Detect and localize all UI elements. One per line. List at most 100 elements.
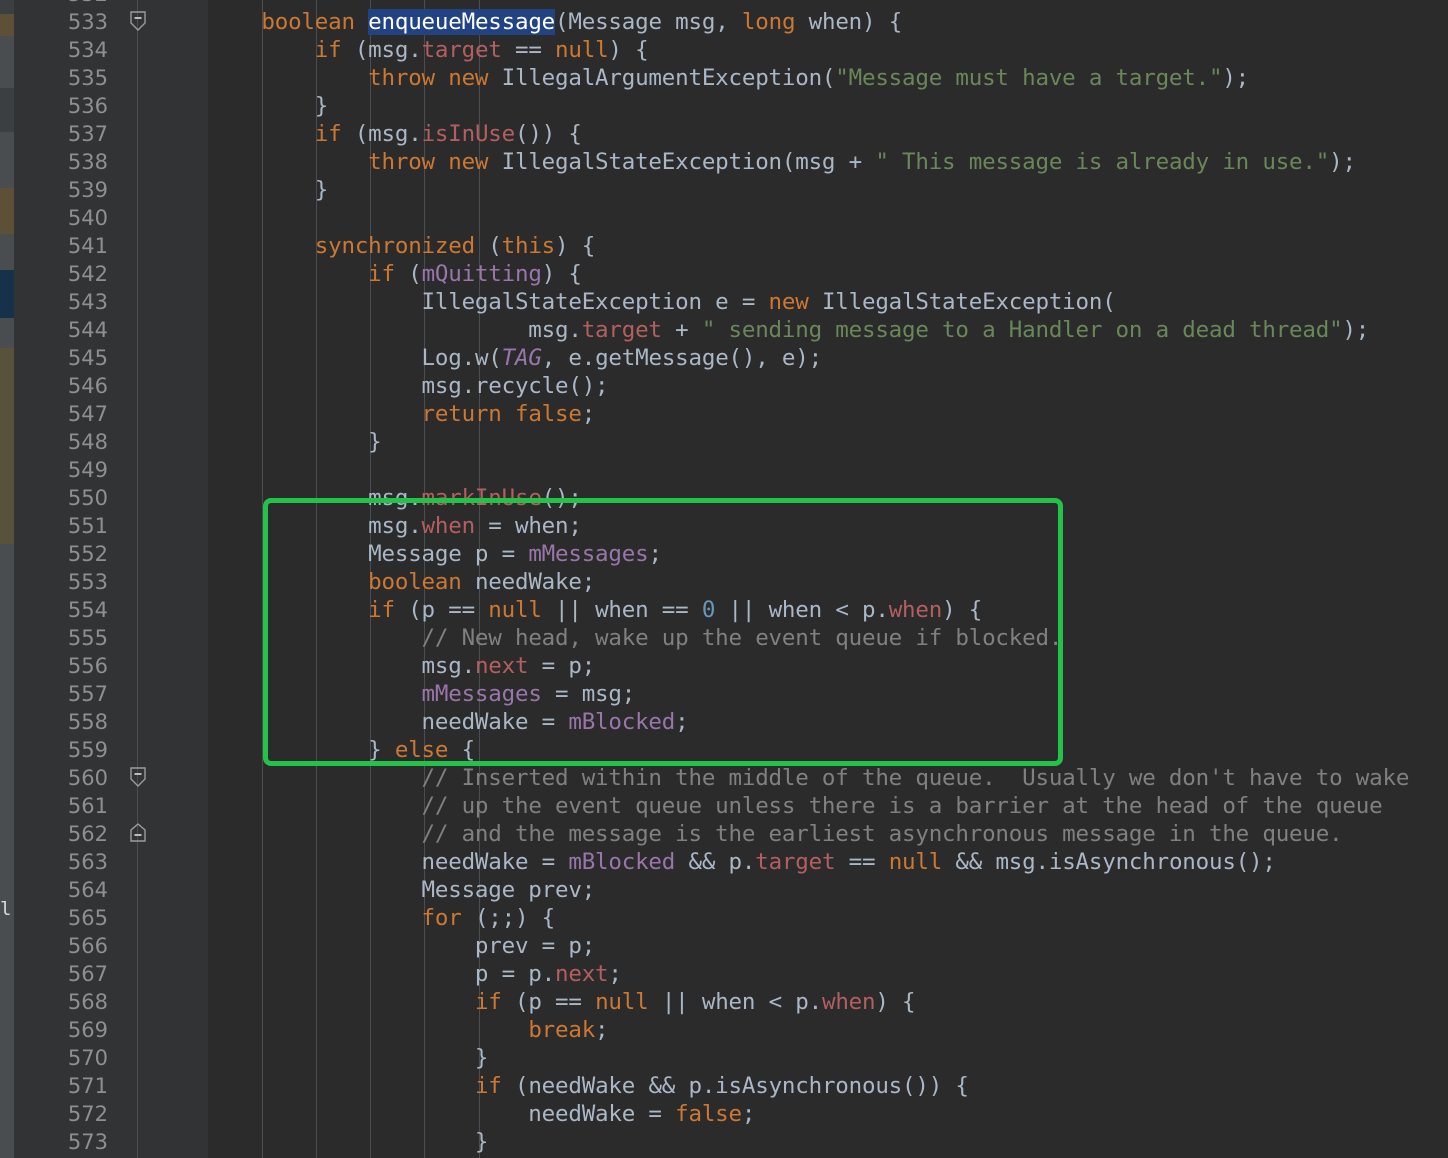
code-line[interactable]: }: [208, 428, 382, 456]
code-line[interactable]: }: [208, 176, 329, 204]
code-token: msg.: [208, 485, 422, 511]
code-line[interactable]: if (p == null || when == 0 || when < p.w…: [208, 596, 982, 624]
code-line[interactable]: }: [208, 92, 329, 120]
code-token: isInUse: [421, 121, 516, 147]
code-line[interactable]: return false;: [208, 400, 596, 428]
code-line[interactable]: boolean enqueueMessage(Message msg, long…: [208, 8, 902, 36]
code-line[interactable]: if (p == null || when < p.when) {: [208, 988, 916, 1016]
code-token: false: [675, 1101, 742, 1127]
code-line[interactable]: if (needWake && p.isAsynchronous()) {: [208, 1072, 969, 1100]
code-line[interactable]: Message p = mMessages;: [208, 540, 662, 568]
code-line[interactable]: IllegalStateException e = new IllegalSta…: [208, 288, 1116, 316]
line-number: 548: [67, 430, 108, 454]
code-token: null: [488, 597, 542, 623]
code-line[interactable]: if (msg.isInUse()) {: [208, 120, 582, 148]
code-token: // up the event queue unless there is a …: [421, 793, 1383, 819]
code-line[interactable]: // and the message is the earliest async…: [208, 820, 1343, 848]
code-line[interactable]: msg.when = when;: [208, 512, 582, 540]
code-token: (: [555, 9, 569, 35]
code-line[interactable]: for (;;) {: [208, 904, 556, 932]
code-token: ) {: [555, 233, 596, 259]
line-number: 553: [67, 570, 108, 594]
code-line[interactable]: boolean needWake;: [208, 568, 595, 596]
line-number: 566: [67, 934, 108, 958]
code-token: mBlocked: [568, 849, 676, 875]
line-number: 565: [67, 906, 108, 930]
line-number: 561: [67, 794, 108, 818]
code-token: markInUse: [421, 485, 542, 511]
line-number: 541: [67, 234, 108, 258]
code-line[interactable]: throw new IllegalArgumentException("Mess…: [208, 64, 1249, 92]
code-token: synchronized: [314, 233, 475, 259]
line-number: 542: [67, 262, 108, 286]
code-line[interactable]: synchronized (this) {: [208, 232, 595, 260]
code-editor[interactable]: l 532 533 534 535 536 537 538 539 540 541 542 543 54…: [0, 0, 1448, 1158]
line-number: 560: [67, 766, 108, 790]
code-token: null: [888, 849, 943, 875]
code-line[interactable]: }: [208, 1128, 489, 1156]
code-token: ();: [541, 485, 582, 511]
code-token: // and the message is the earliest async…: [421, 821, 1343, 847]
line-number: 544: [67, 318, 108, 342]
code-fold-column[interactable]: [122, 0, 208, 1158]
code-token: enqueueMessage: [368, 9, 556, 35]
fold-expanded-icon[interactable]: [128, 10, 148, 32]
code-line[interactable]: throw new IllegalStateException(msg + " …: [208, 148, 1356, 176]
code-token: when) {: [795, 9, 903, 35]
code-token: " This message is already in use.": [875, 149, 1330, 175]
code-line[interactable]: msg.markInUse();: [208, 484, 582, 512]
code-line[interactable]: if (mQuitting) {: [208, 260, 582, 288]
fold-collapsed-icon[interactable]: [128, 822, 148, 844]
code-content-area[interactable]: boolean enqueueMessage(Message msg, long…: [208, 0, 1448, 1158]
code-line[interactable]: needWake = false;: [208, 1100, 755, 1128]
code-token: target: [421, 37, 502, 63]
line-number: 549: [67, 458, 108, 482]
code-token: {: [448, 737, 476, 763]
code-line[interactable]: msg.recycle();: [208, 372, 609, 400]
code-token: mQuitting: [421, 261, 542, 287]
code-line[interactable]: } else {: [208, 736, 475, 764]
code-line[interactable]: // New head, wake up the event queue if …: [208, 624, 1063, 652]
line-number: 569: [67, 1018, 108, 1042]
code-token: if: [368, 261, 395, 287]
editor-marker-strip[interactable]: [0, 0, 14, 1158]
code-token: Log.: [208, 345, 476, 371]
code-token: IllegalStateException e =: [208, 289, 769, 315]
code-line[interactable]: needWake = mBlocked;: [208, 708, 689, 736]
code-token: needWake =: [208, 709, 569, 735]
code-line[interactable]: Message prev;: [208, 876, 596, 904]
code-line[interactable]: prev = p;: [208, 932, 595, 960]
code-line[interactable]: msg.next = p;: [208, 652, 596, 680]
code-token: if: [474, 989, 502, 1015]
line-number: 551: [67, 514, 108, 538]
line-number: 556: [67, 654, 108, 678]
code-line[interactable]: // Inserted within the middle of the que…: [208, 764, 1410, 792]
code-line[interactable]: mMessages = msg;: [208, 680, 636, 708]
marker-strip-segment: [0, 234, 14, 270]
code-token: Message: [568, 9, 662, 35]
code-line[interactable]: break;: [208, 1016, 608, 1044]
marker-strip-segment: [0, 544, 14, 904]
code-token: || when < p.: [648, 989, 822, 1015]
line-number: 567: [67, 962, 108, 986]
code-token: }: [208, 429, 382, 455]
code-token: long: [741, 9, 796, 35]
code-line[interactable]: Log.w(TAG, e.getMessage(), e);: [208, 344, 823, 372]
code-line[interactable]: }: [208, 1044, 489, 1072]
code-line[interactable]: msg.target + " sending message to a Hand…: [208, 316, 1369, 344]
code-token: "Message must have a target.": [835, 65, 1223, 91]
code-token: Message prev;: [208, 877, 596, 903]
code-line[interactable]: // up the event queue unless there is a …: [208, 792, 1383, 820]
code-token: if: [314, 37, 342, 63]
code-line[interactable]: p = p.next;: [208, 960, 622, 988]
code-token: ==: [835, 849, 889, 875]
line-number: 557: [67, 682, 108, 706]
fold-expanded-icon[interactable]: [128, 766, 148, 788]
code-line[interactable]: needWake = mBlocked && p.target == null …: [208, 848, 1276, 876]
code-line[interactable]: if (msg.target == null) {: [208, 36, 649, 64]
